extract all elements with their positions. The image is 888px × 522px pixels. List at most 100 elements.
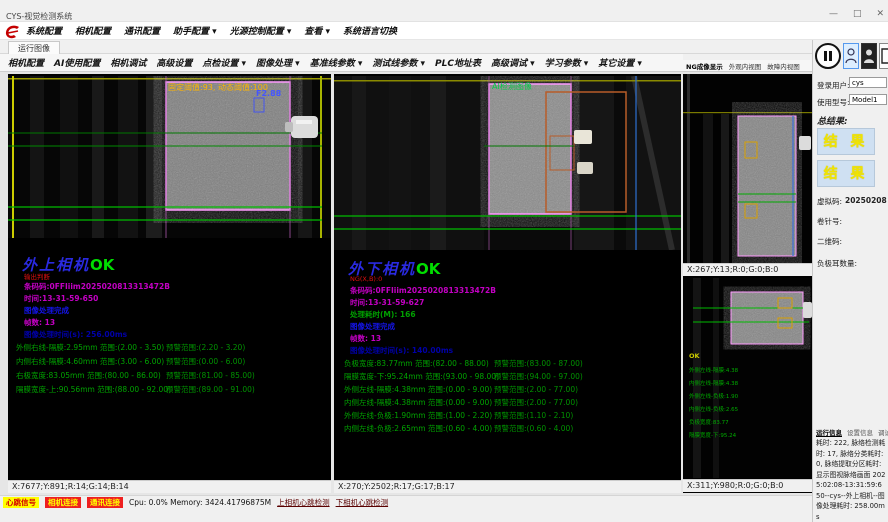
mid-camera-image[interactable]: AI检测图像 [334, 76, 681, 250]
mid-frame-count: 帧数: 13 [350, 333, 381, 344]
thumb2-line: 隔膜宽度-下:95.24 [689, 431, 737, 439]
thumb-tab-outer-view[interactable]: 外观内视图 [729, 61, 762, 71]
model-input[interactable] [849, 94, 887, 105]
menu-language-switch[interactable]: 系统语言切换 [343, 24, 397, 37]
app-logo-icon [4, 24, 22, 40]
user-login-button[interactable] [843, 43, 859, 69]
measure-warning: 预警范围:(94.00 - 97.00) [494, 371, 583, 382]
user-manage-button[interactable] [861, 43, 877, 69]
pin-number-label: 卷针号: [817, 216, 842, 227]
login-user-label: 登录用户: [817, 80, 850, 91]
menu-system-config[interactable]: 系统配置 [26, 24, 62, 37]
thumb1-coordinate-bar: X:267;Y:13;R:0;G:0;B:0 [683, 263, 812, 276]
menu-view[interactable]: 查看 ▾ [304, 24, 330, 37]
thumbnail-2-image[interactable]: OK 外侧左线-隔膜:4.38 内侧左线-隔膜:4.38 外侧左线-负极:1.9… [683, 278, 812, 478]
measure-warning: 预警范围:(81.00 - 85.00) [166, 370, 255, 381]
measure-warning: 预警范围:(0.60 - 4.00) [494, 423, 573, 434]
left-process-done: 图像处理完成 [24, 305, 69, 316]
tool-learn-params[interactable]: 学习参数 ▾ [545, 56, 589, 69]
measure-value: 隔膜宽度-上:90.56mm 范围:(88.00 - 92.00) [16, 384, 171, 395]
mid-time: 时间:13-31-59-627 [350, 297, 424, 308]
left-camera-image[interactable]: 固定阈值:93, 动态阈值:100 F2.88 [8, 76, 331, 238]
title-bar: CYS-视觉检测系统 — □ ✕ [0, 0, 888, 22]
tool-plc-address[interactable]: PLC地址表 [435, 56, 481, 69]
thumb2-line: 内侧左线-负极:2.65 [689, 405, 739, 413]
mid-camera-ok-badge: OK [416, 260, 440, 278]
comm-connect-badge: 通讯连接 [87, 497, 123, 508]
left-barcode: 条码码:0FFIiim2025020813313472B [24, 281, 170, 292]
info-tab-debug[interactable]: 调试信息 [878, 427, 888, 437]
close-button[interactable]: ✕ [876, 9, 884, 19]
tool-other-settings[interactable]: 其它设置 ▾ [598, 56, 642, 69]
upper-camera-heartbeat-link[interactable]: 上相机心跳检测 [277, 497, 330, 508]
exit-door-icon [881, 48, 888, 64]
virtual-code-value: 20250208 [845, 196, 887, 205]
left-coordinate-bar: X:7677;Y:891;R:14;G:14;B:14 [8, 480, 331, 493]
info-tabs: 运行信息 设置信息 调试信息 [816, 427, 888, 437]
menu-comm-config[interactable]: 通讯配置 [124, 24, 160, 37]
measurement-row: 负极宽度:83.77mm 范围:(82.00 - 88.00) 预警范围:(83… [334, 358, 681, 370]
mid-elapsed: 处理耗时(M): 166 [350, 309, 416, 320]
tool-image-process[interactable]: 图像处理 ▾ [256, 56, 300, 69]
thumb2-line: 外侧左线-负极:1.90 [689, 392, 739, 400]
blue-tag-label: F2.88 [256, 89, 282, 98]
maximize-button[interactable]: □ [853, 9, 862, 19]
mid-process-done: 图像处理完成 [350, 321, 395, 332]
thumb-tab-ng-display[interactable]: NG成像显示 [686, 61, 723, 71]
sidebar-buttons [815, 43, 888, 69]
lower-camera-heartbeat-link[interactable]: 下相机心跳检测 [336, 497, 389, 508]
thumbnail-column: X:267;Y:13;R:0;G:0;B:0 OK 外侧左线-隔膜:4.38 内… [683, 74, 812, 493]
tool-camera-config[interactable]: 相机配置 [8, 56, 44, 69]
thumb-tab-fault-view[interactable]: 故障内视图 [767, 61, 800, 71]
result-box-1: 结 果 [817, 128, 875, 155]
thumb2-line: 负极宽度:83.77 [689, 418, 729, 426]
menu-assistant-config[interactable]: 助手配置 ▾ [173, 24, 217, 37]
tab-run-image[interactable]: 运行图像 [8, 41, 60, 54]
tool-advanced-debug[interactable]: 高级调试 ▾ [491, 56, 535, 69]
login-user-input[interactable] [849, 77, 887, 88]
measure-warning: 预警范围:(2.00 - 77.00) [494, 397, 578, 408]
exit-button[interactable] [879, 43, 888, 69]
measure-warning: 预警范围:(89.00 - 91.00) [166, 384, 255, 395]
measure-value: 右极宽度:83.05mm 范围:(80.00 - 86.00) [16, 370, 161, 381]
window-title: CYS-视觉检测系统 [6, 11, 72, 22]
measurement-row: 外侧右线-隔膜:2.95mm 范围:(2.00 - 3.50) 预警范围:(2.… [8, 342, 331, 354]
toolbar: 相机配置 AI使用配置 相机调试 高级设置 点检设置 ▾ 图像处理 ▾ 基准线参… [0, 54, 683, 72]
measure-value: 内侧左线-隔膜:4.38mm 范围:(0.00 - 9.00) [344, 397, 492, 408]
camera-connect-badge: 相机连接 [45, 497, 81, 508]
window-controls: — □ ✕ [829, 9, 884, 19]
measure-warning: 预警范围:(1.10 - 2.10) [494, 410, 573, 421]
mid-process-time: 图像处理时间(s): 140.00ms [350, 345, 453, 356]
tool-testline-params[interactable]: 测试线参数 ▾ [372, 56, 425, 69]
tab-strip: 运行图像 [0, 40, 812, 54]
tool-ai-use-config[interactable]: AI使用配置 [54, 56, 100, 69]
measure-value: 外侧左线-隔膜:4.38mm 范围:(0.00 - 9.00) [344, 384, 492, 395]
measurement-row: 内侧左线-负极:2.65mm 范围:(0.60 - 4.00) 预警范围:(0.… [334, 423, 681, 435]
tool-advanced-settings[interactable]: 高级设置 [156, 56, 192, 69]
tool-camera-debug[interactable]: 相机调试 [110, 56, 146, 69]
left-process-time: 图像处理时间(s): 256.00ms [24, 329, 127, 340]
status-bar: 心跳信号 相机连接 通讯连接 Cpu: 0.0% Memory: 3424.41… [0, 495, 812, 509]
tool-baseline-params[interactable]: 基准线参数 ▾ [310, 56, 363, 69]
left-time: 时间:13-31-59-650 [24, 293, 98, 304]
pause-icon [822, 50, 834, 62]
measure-value: 外侧右线-隔膜:2.95mm 范围:(2.00 - 3.50) [16, 342, 164, 353]
tool-spot-check[interactable]: 点检设置 ▾ [202, 56, 246, 69]
info-tab-run[interactable]: 运行信息 [816, 427, 842, 437]
info-tab-settings[interactable]: 设置信息 [847, 427, 873, 437]
pause-button[interactable] [815, 43, 841, 69]
measure-value: 隔膜宽度-下:95.24mm 范围:(93.00 - 98.00) [344, 371, 499, 382]
measurement-row: 隔膜宽度-下:95.24mm 范围:(93.00 - 98.00) 预警范围:(… [334, 371, 681, 383]
left-camera-panel: 固定阈值:93, 动态阈值:100 F2.88 外上相机OK 输出判断 条码码:… [8, 74, 331, 493]
measure-value: 内侧左线-负极:2.65mm 范围:(0.60 - 4.00) [344, 423, 492, 434]
left-ng-subtext: 输出判断 [24, 271, 50, 281]
thumbnail-1-image[interactable] [683, 74, 812, 263]
menu-camera-config[interactable]: 相机配置 [75, 24, 111, 37]
left-frame-count: 帧数: 13 [24, 317, 55, 328]
sidebar: 登录用户: 使用型号: 总结果: 结 果 结 果 虚拟码: 20250208 卷… [812, 40, 888, 522]
qr-code-label: 二维码: [817, 236, 842, 247]
measurement-row: 外侧左线-负极:1.90mm 范围:(1.00 - 2.20) 预警范围:(1.… [334, 410, 681, 422]
menu-light-config[interactable]: 光源控制配置 ▾ [230, 24, 292, 37]
minimize-button[interactable]: — [829, 9, 838, 19]
main-area: 固定阈值:93, 动态阈值:100 F2.88 外上相机OK 输出判断 条码码:… [0, 72, 812, 495]
